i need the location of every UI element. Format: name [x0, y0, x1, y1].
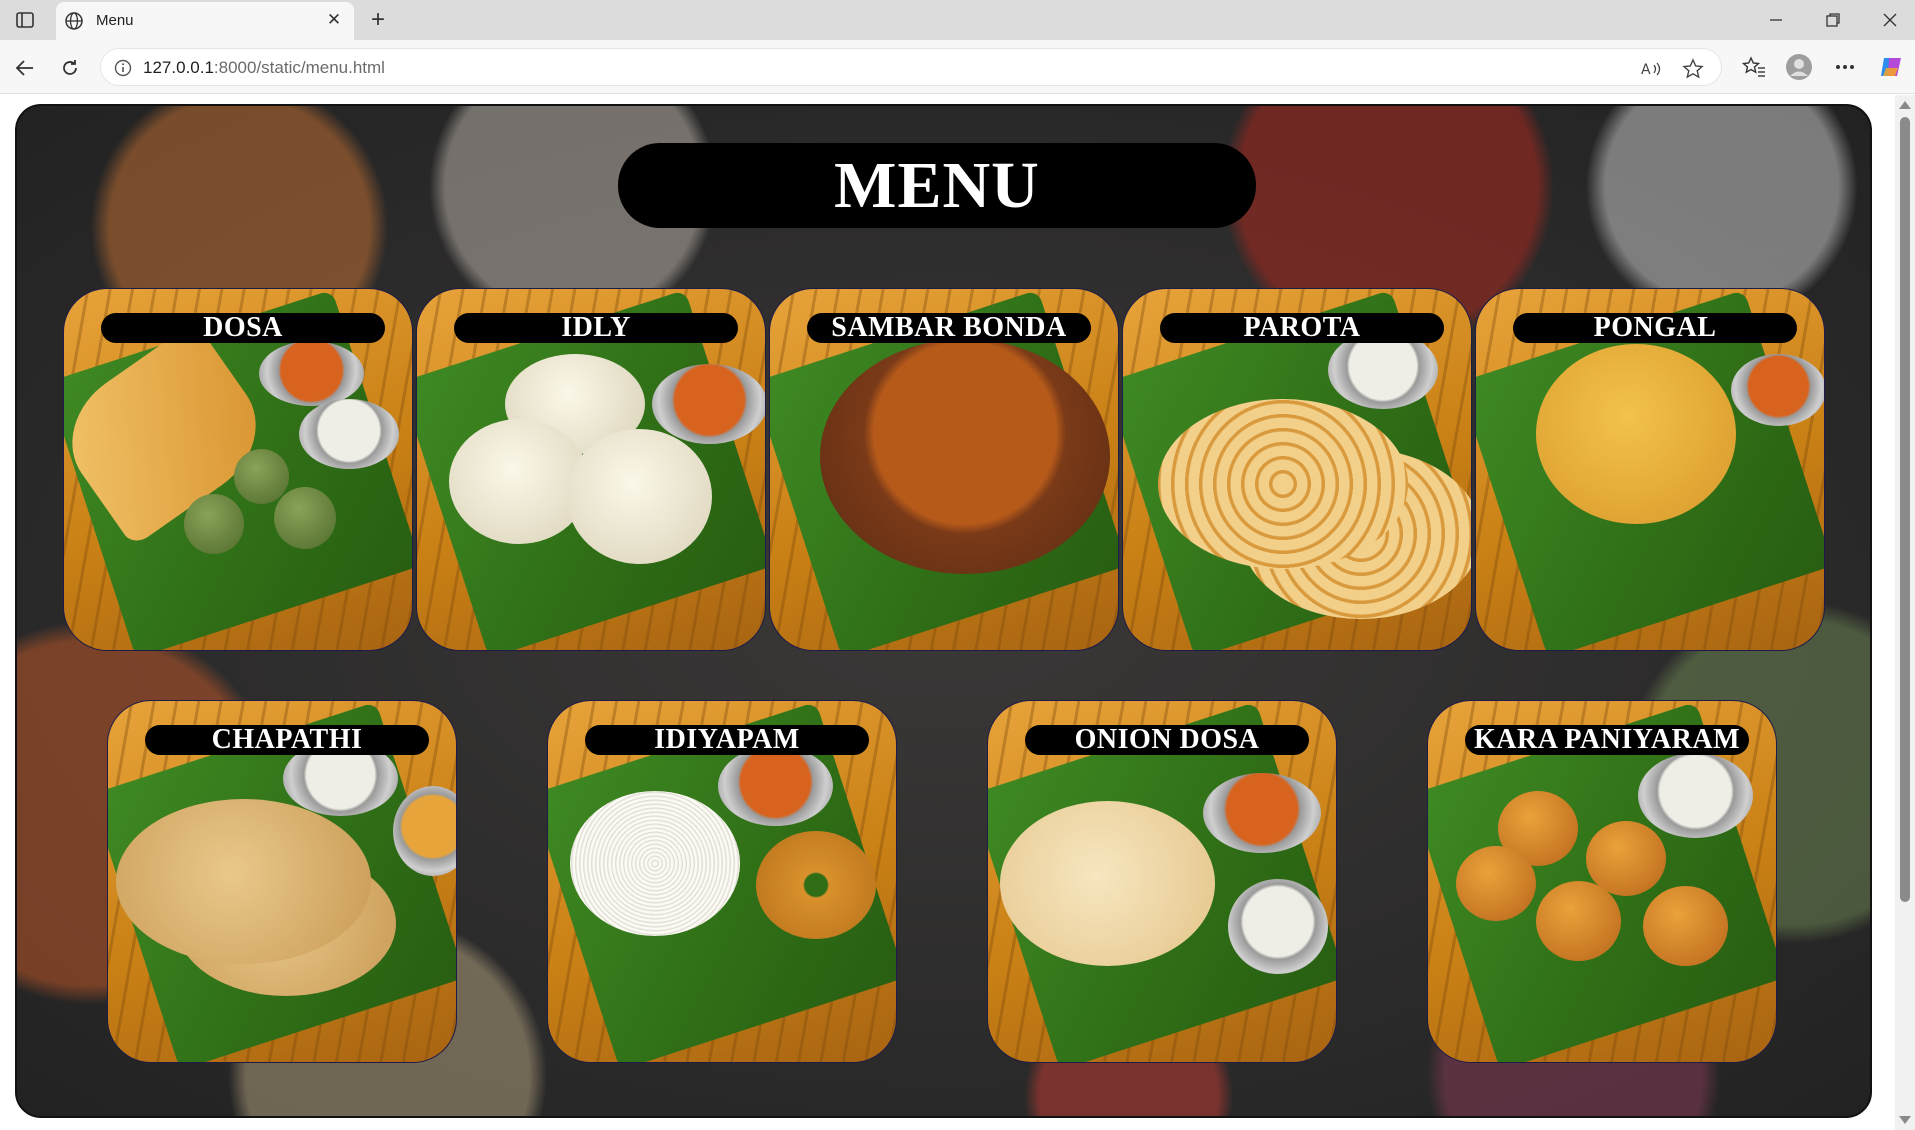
scroll-up-icon[interactable]: [1899, 101, 1911, 109]
tab-actions-icon[interactable]: [10, 8, 40, 32]
copilot-icon[interactable]: [1876, 52, 1906, 82]
address-bar[interactable]: 127.0.0.1:8000/static/menu.html A: [100, 48, 1722, 86]
card-label: PAROTA: [1160, 312, 1444, 343]
menu-card-sambar-bonda[interactable]: SAMBAR BONDA: [769, 288, 1119, 651]
vada-icon: [234, 449, 289, 504]
page-title: MENU: [618, 143, 1256, 228]
scroll-down-icon[interactable]: [1899, 1116, 1911, 1124]
url-text: 127.0.0.1:8000/static/menu.html: [143, 58, 385, 77]
back-icon[interactable]: [10, 53, 40, 83]
idly-image: [567, 429, 712, 564]
reload-icon[interactable]: [55, 53, 85, 83]
menu-card-pongal[interactable]: PONGAL: [1475, 288, 1825, 651]
tab-title: Menu: [96, 12, 134, 29]
card-label: PONGAL: [1513, 312, 1797, 343]
menu-card-idly[interactable]: IDLY: [416, 288, 766, 651]
read-aloud-icon[interactable]: A: [1639, 57, 1663, 81]
globe-icon: [64, 11, 84, 31]
sambar-bowl-icon: [1731, 354, 1824, 426]
sambar-bonda-image: [820, 339, 1110, 574]
chapathi-image: [116, 799, 371, 964]
new-tab-button[interactable]: +: [364, 6, 392, 34]
card-label: IDLY: [454, 312, 738, 343]
vertical-scrollbar[interactable]: [1895, 95, 1915, 1130]
card-label: CHAPATHI: [145, 724, 429, 755]
card-label: IDIYAPAM: [585, 724, 869, 755]
more-options-icon[interactable]: [1830, 52, 1860, 82]
page-viewport: MENU DOSA IDLY SAMBAR BONDA PAROTA PONGA…: [0, 95, 1915, 1130]
paniyaram-icon: [1456, 846, 1536, 921]
parota-image: [1158, 399, 1408, 569]
sambar-bowl-icon: [1203, 773, 1321, 853]
sambar-bowl-icon: [259, 341, 364, 406]
close-tab-icon[interactable]: ✕: [324, 10, 344, 30]
chutney-bowl-icon: [1638, 753, 1753, 838]
minimize-icon[interactable]: [1756, 6, 1796, 34]
browser-tab-bar: Menu ✕ +: [0, 0, 1915, 40]
onion-dosa-image: [1000, 801, 1215, 966]
menu-card-dosa[interactable]: DOSA: [63, 288, 413, 651]
scroll-thumb[interactable]: [1900, 117, 1910, 902]
profile-avatar-icon[interactable]: [1784, 52, 1814, 82]
chutney-bowl-icon: [1228, 879, 1328, 974]
favorites-icon[interactable]: [1739, 52, 1769, 82]
site-info-icon[interactable]: [113, 58, 133, 78]
card-label: KARA PANIYARAM: [1465, 724, 1749, 755]
close-window-icon[interactable]: [1870, 6, 1910, 34]
card-label: DOSA: [101, 312, 385, 343]
sambar-bowl-icon: [718, 746, 833, 826]
chutney-bowl-icon: [299, 399, 399, 469]
menu-card-parota[interactable]: PAROTA: [1122, 288, 1472, 651]
vada-icon: [184, 494, 244, 554]
menu-card-idiyapam[interactable]: IDIYAPAM: [547, 700, 897, 1063]
idiyapam-image: [570, 791, 740, 936]
menu-card-kara-paniyaram[interactable]: KARA PANIYARAM: [1427, 700, 1777, 1063]
vada-icon: [274, 487, 336, 549]
card-label: SAMBAR BONDA: [807, 312, 1091, 343]
card-label: ONION DOSA: [1025, 724, 1309, 755]
restore-icon[interactable]: [1813, 6, 1853, 34]
menu-card-chapathi[interactable]: CHAPATHI: [107, 700, 457, 1063]
svg-text:A: A: [1641, 62, 1651, 78]
tab-menu[interactable]: Menu ✕: [56, 2, 354, 40]
menu-container: MENU DOSA IDLY SAMBAR BONDA PAROTA PONGA…: [15, 104, 1872, 1118]
paniyaram-icon: [1536, 881, 1621, 961]
sambar-bowl-icon: [652, 364, 765, 444]
favorite-star-icon[interactable]: [1681, 57, 1705, 81]
paniyaram-icon: [1643, 886, 1728, 966]
browser-toolbar: 127.0.0.1:8000/static/menu.html A: [0, 40, 1915, 94]
pongal-image: [1536, 344, 1736, 524]
menu-card-onion-dosa[interactable]: ONION DOSA: [987, 700, 1337, 1063]
vada-icon: [756, 831, 876, 939]
